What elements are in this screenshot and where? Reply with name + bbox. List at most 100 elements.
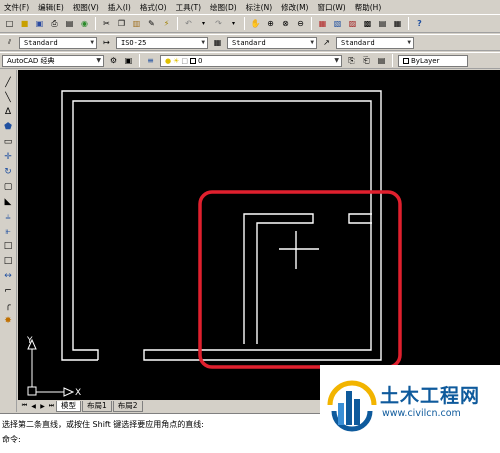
zoom-previous-icon[interactable]: ⊖ [294,17,307,30]
menu-file[interactable]: 文件(F) [4,2,29,13]
table-style-value: Standard [232,38,266,47]
layer-name: 0 [198,56,203,65]
join-icon[interactable]: ↔ [2,271,15,283]
rectangle-icon[interactable]: ▭ [2,137,15,149]
multileader-style-select[interactable]: Standard ▼ [336,36,414,49]
highlight-box [198,190,402,369]
match-properties-icon[interactable]: ✎ [145,17,158,30]
table-style-icon[interactable]: ▦ [211,36,224,49]
polygon-icon[interactable]: ⬟ [2,122,15,134]
menu-bar: 文件(F) 编辑(E) 视图(V) 插入(I) 格式(O) 工具(T) 绘图(D… [0,0,500,14]
layer-previous-icon[interactable]: ⎗ [360,54,373,67]
menu-draw[interactable]: 绘图(D) [210,2,237,13]
pan-icon[interactable]: ✋ [249,17,262,30]
zoom-realtime-icon[interactable]: ⊕ [264,17,277,30]
break-at-point-icon[interactable]: □ [2,256,15,268]
dim-style-icon[interactable]: ↦ [100,36,113,49]
plot-preview-icon[interactable]: ▤ [63,17,76,30]
watermark-logo-icon [327,380,377,432]
chamfer-icon[interactable]: ⌐ [2,285,15,297]
paste-icon[interactable]: ▥ [130,17,143,30]
ucs-y-label: Y [26,336,33,346]
extend-icon[interactable]: ⫦ [2,226,15,238]
color-select[interactable]: ByLayer [398,54,468,67]
rotate-icon[interactable]: ↻ [2,166,15,178]
properties-icon[interactable]: ▦ [316,17,329,30]
wall-outer [61,90,382,361]
menu-view[interactable]: 视图(V) [73,2,99,13]
first-tab-icon[interactable]: ⏮ [20,401,29,411]
chevron-down-icon: ▼ [310,39,314,46]
sheet-set-icon[interactable]: ▩ [361,17,374,30]
help-icon[interactable]: ? [413,17,426,30]
multileader-style-icon[interactable]: ↗ [320,36,333,49]
next-tab-icon[interactable]: ▶ [38,401,47,411]
redo-dropdown-icon[interactable]: ▾ [227,17,240,30]
tool-palettes-icon[interactable]: ▨ [346,17,359,30]
workspace-settings-icon[interactable]: ⚙ [107,54,120,67]
prev-tab-icon[interactable]: ◀ [29,401,38,411]
workspace-save-icon[interactable]: ▣ [122,54,135,67]
save-icon[interactable]: ▣ [33,17,46,30]
layer-select[interactable]: ● ☀ □ 0 ▼ [160,54,342,67]
color-value: ByLayer [403,57,439,65]
ucs-icon [27,338,75,397]
design-center-icon[interactable]: ▧ [331,17,344,30]
layer-manager-icon[interactable]: ≡ [144,54,157,67]
workspace-select[interactable]: AutoCAD 经典 ▼ [2,54,104,67]
text-style-select[interactable]: Standard ▼ [19,36,97,49]
publish-icon[interactable]: ◉ [78,17,91,30]
tab-model[interactable]: 模型 [56,400,81,412]
undo-dropdown-icon[interactable]: ▾ [197,17,210,30]
move-icon[interactable]: ✛ [2,151,15,163]
markup-icon[interactable]: ▤ [376,17,389,30]
multileader-style-value: Standard [341,38,375,47]
last-tab-icon[interactable]: ⏭ [47,401,56,411]
break-icon[interactable]: □ [2,241,15,253]
autocad-window: 文件(F) 编辑(E) 视图(V) 插入(I) 格式(O) 工具(T) 绘图(D… [0,0,500,453]
open-file-icon[interactable]: ■ [18,17,31,30]
layer-state-icon[interactable]: ▤ [375,54,388,67]
menu-window[interactable]: 窗口(W) [317,2,345,13]
block-editor-icon[interactable]: ⚡ [160,17,173,30]
drawing-canvas[interactable]: Y X [18,70,500,400]
text-style-icon[interactable]: ⫽ [3,36,16,49]
separator [392,54,393,67]
trim-icon[interactable]: ⫨ [2,211,15,223]
polyline-icon[interactable]: ∆ [2,107,15,119]
calculator-icon[interactable]: ▦ [391,17,404,30]
scale-icon[interactable]: ▢ [2,181,15,193]
explode-icon[interactable]: ✸ [2,315,15,327]
menu-edit[interactable]: 编辑(E) [38,2,64,13]
tab-layout2[interactable]: 布局2 [112,400,143,412]
table-style-select[interactable]: Standard ▼ [227,36,317,49]
plot-icon[interactable]: ⎙ [48,17,61,30]
chevron-down-icon: ▼ [407,39,411,46]
menu-dimension[interactable]: 标注(N) [246,2,272,13]
make-current-layer-icon[interactable]: ⎘ [345,54,358,67]
undo-icon[interactable]: ↶ [182,17,195,30]
styles-toolbar: ⫽ Standard ▼ ↦ ISO-25 ▼ ▦ Standard ▼ ↗ S… [0,34,500,51]
separator [139,54,140,67]
copy-icon[interactable]: ❐ [115,17,128,30]
dim-style-select[interactable]: ISO-25 ▼ [116,36,208,49]
fillet-icon[interactable]: ╭ [2,300,15,312]
menu-insert[interactable]: 插入(I) [108,2,131,13]
construction-line-icon[interactable]: ╲ [2,92,15,104]
line-icon[interactable]: ╱ [2,77,15,89]
menu-tools[interactable]: 工具(T) [176,2,201,13]
wall-inner-corner [243,213,314,344]
stretch-icon[interactable]: ◣ [2,196,15,208]
menu-help[interactable]: 帮助(H) [355,2,382,13]
drawing-svg: Y X [26,90,402,398]
cut-icon[interactable]: ✂ [100,17,113,30]
redo-icon[interactable]: ↷ [212,17,225,30]
separator [95,17,96,30]
menu-format[interactable]: 格式(O) [140,2,167,13]
separator [408,17,409,30]
tab-layout1[interactable]: 布局1 [82,400,112,412]
zoom-window-icon[interactable]: ⊗ [279,17,292,30]
sun-icon: ☀ [173,56,180,65]
new-file-icon[interactable]: □ [3,17,16,30]
menu-modify[interactable]: 修改(M) [281,2,308,13]
